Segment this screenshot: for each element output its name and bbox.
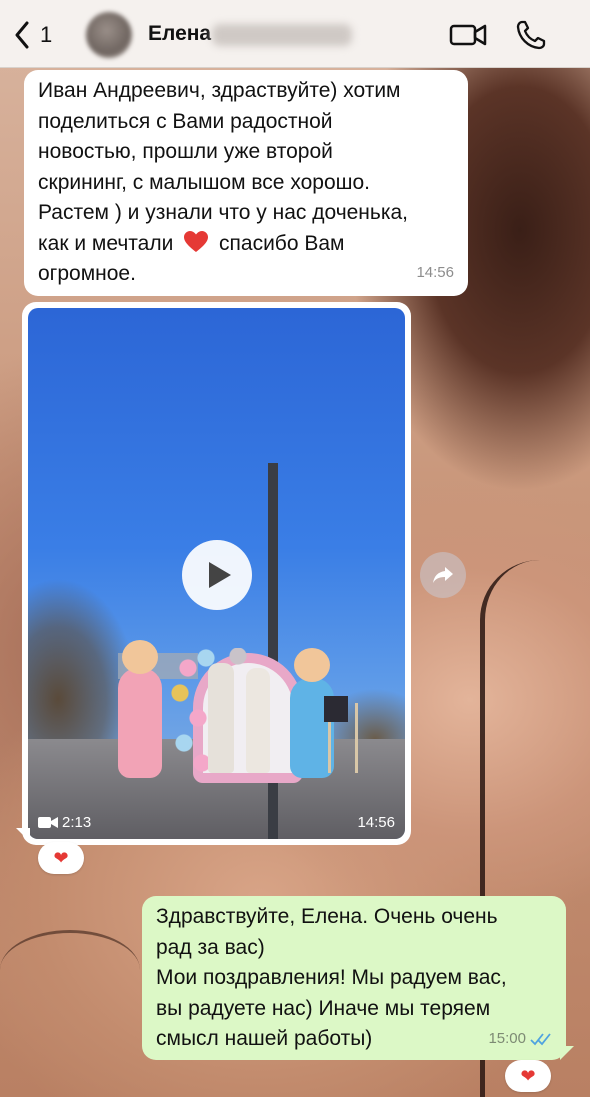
message-line: огромное. [38,262,136,285]
message-line: рад за вас) [156,935,265,959]
play-icon [209,562,231,588]
avatar[interactable] [86,12,132,58]
video-message[interactable]: 2:13 14:56 [22,302,411,845]
video-thumbnail[interactable]: 2:13 14:56 [28,308,405,839]
message-line: скрининг, с малышом все хорошо. [38,170,370,194]
video-camera-small-icon [38,817,58,828]
voice-call-button[interactable] [514,18,548,52]
message-time: 14:56 [357,814,395,831]
chevron-left-icon [15,21,29,49]
message-line: Растем ) и узнали что у нас доченька, [38,201,409,224]
play-button[interactable] [182,540,252,610]
contact-name[interactable]: Елена [148,22,211,46]
bubble-tail [16,828,30,842]
video-duration: 2:13 [38,814,91,831]
video-call-button[interactable] [448,20,488,50]
back-button[interactable]: 1 [14,18,70,52]
unread-count: 1 [40,22,53,47]
heart-reaction-icon: ❤ [53,847,69,868]
message-line: Здравствуйте, Елена. Очень очень [156,905,498,928]
reaction-badge[interactable]: ❤ [505,1060,551,1092]
message-line: как и мечтали спасибо Вам [38,230,345,255]
scene-mascot-pink [118,640,162,778]
message-time: 14:56 [416,263,454,281]
message-line: Иван Андреевич, здраствуйте) хотим [38,79,401,102]
double-check-icon [530,1033,551,1046]
scene-person-2 [246,668,270,773]
message-time-status: 15:00 [488,1024,552,1055]
wallpaper-detail-2 [0,930,140,1010]
bubble-tail [560,1046,574,1060]
video-camera-icon [449,24,487,46]
scene-easel-board [324,696,348,722]
chat-header: 1 Елена [0,0,590,68]
incoming-message[interactable]: Иван Андреевич, здраствуйте) хотим подел… [24,70,468,296]
message-line: поделиться с Вами радостной [38,109,333,133]
reaction-badge[interactable]: ❤ [38,842,84,874]
message-line: вы радуете нас) Иначе мы теряем [156,996,491,1020]
heart-reaction-icon: ❤ [520,1065,536,1086]
phone-icon [516,20,546,50]
share-arrow-icon [433,567,453,583]
outgoing-message[interactable]: Здравствуйте, Елена. Очень очень рад за … [142,896,566,1060]
message-line: новостью, прошли уже второй [38,140,333,163]
heart-emoji-icon [184,230,209,252]
redacted-surname [212,24,352,46]
forward-button[interactable] [420,552,466,598]
message-line: Мои поздравления! Мы радуем вас, [156,966,507,989]
scene-person [208,663,234,773]
